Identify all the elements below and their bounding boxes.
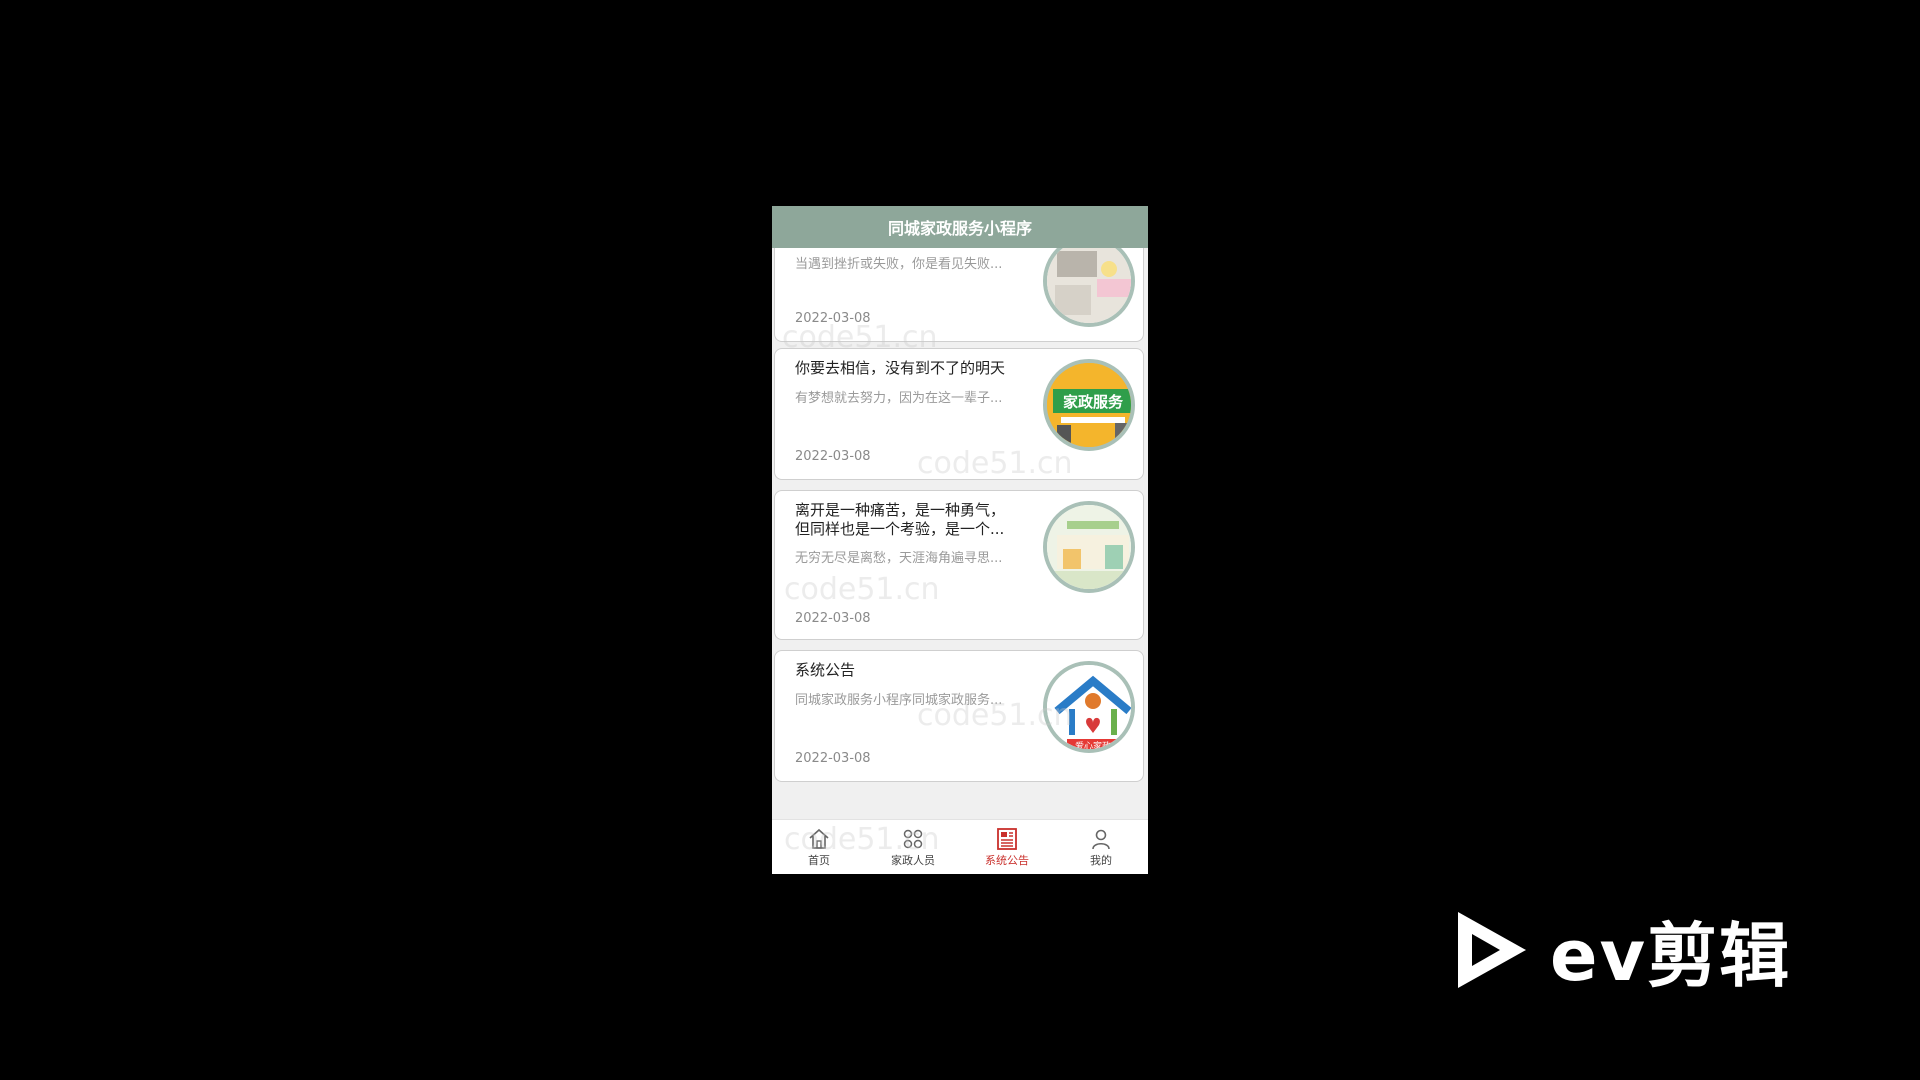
notice-desc: 同城家政服务小程序同城家政服务... [795,693,1003,708]
notice-card[interactable]: 离开是一种痛苦，是一种勇气，但同样也是一个考验，是一个... 无穷无尽是离愁，天… [774,490,1144,640]
tab-staff[interactable]: 家政人员 [866,820,960,874]
phone-screen: 同城家政服务小程序 当遇到挫折或失败，你是看见失败... 2022-03-08 … [772,206,1148,874]
notice-date: 2022-03-08 [795,449,871,464]
notice-title: 离开是一种痛苦，是一种勇气，但同样也是一个考验，是一个... [795,501,1006,538]
notice-thumbnail: 家政服务 [1043,359,1135,451]
notice-thumbnail [1043,235,1135,327]
notice-thumbnail [1043,501,1135,593]
tab-label: 我的 [1090,853,1112,867]
tab-label: 家政人员 [891,853,935,867]
ev-editor-watermark: ev剪辑 [1452,904,1822,997]
app-header: 同城家政服务小程序 [772,206,1148,248]
bottom-tabbar: 首页 家政人员 系统公告 我的 [772,819,1148,874]
thumb-brand-text: 家政服务 [1063,393,1124,411]
tab-notices[interactable]: 系统公告 [960,820,1054,874]
tab-label: 系统公告 [985,853,1029,867]
notice-thumbnail: 爱心家政 [1043,661,1135,753]
notice-card[interactable]: 系统公告 同城家政服务小程序同城家政服务... 2022-03-08 爱心家政 [774,650,1144,782]
tab-label: 首页 [808,853,830,867]
grid-icon [903,829,923,848]
notice-card[interactable]: 你要去相信，没有到不了的明天 有梦想就去努力，因为在这一辈子... 2022-0… [774,348,1144,480]
notice-date: 2022-03-08 [795,611,871,626]
thumb-brand-text: 爱心家政 [1075,740,1111,752]
play-icon [1458,912,1526,988]
ev-brand-text: ev剪辑 [1550,914,1792,997]
home-icon [809,828,829,849]
notice-date: 2022-03-08 [795,751,871,766]
user-icon [1092,829,1110,849]
notice-desc: 无穷无尽是离愁，天涯海角遍寻思... [795,551,1003,566]
tab-mine[interactable]: 我的 [1054,820,1148,874]
notice-desc: 当遇到挫折或失败，你是看见失败... [795,257,1003,272]
tab-home[interactable]: 首页 [772,820,866,874]
notice-date: 2022-03-08 [795,311,871,326]
notice-desc: 有梦想就去努力，因为在这一辈子... [795,391,1003,406]
notice-title: 你要去相信，没有到不了的明天 [795,359,1006,377]
news-icon [997,827,1017,850]
notice-title: 系统公告 [795,661,856,679]
app-title: 同城家政服务小程序 [887,219,1032,238]
